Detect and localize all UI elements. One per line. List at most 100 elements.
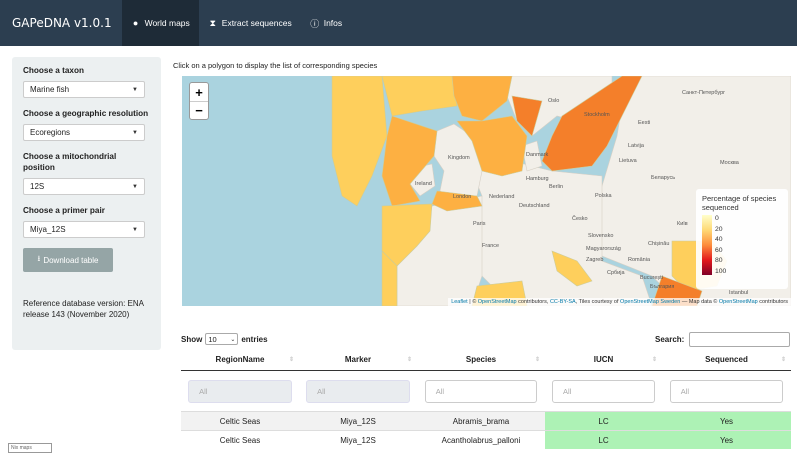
city-label: Kingdom <box>448 155 470 161</box>
resolution-select[interactable]: Ecoregions ▼ <box>23 124 145 141</box>
filter-species[interactable]: All <box>424 379 538 403</box>
tab-extract-sequences-label: Extract sequences <box>221 18 292 28</box>
sort-icon: ⇕ <box>534 357 540 363</box>
cell-regionname: Celtic Seas <box>181 412 299 430</box>
city-label: Latvija <box>628 143 644 149</box>
table-header: RegionName ⇕ Marker ⇕ Species ⇕ IUCN ⇕ Seque… <box>181 349 791 371</box>
corner-label: Nix maps <box>8 443 52 453</box>
column-header-regionname[interactable]: RegionName ⇕ <box>181 349 299 370</box>
entries-length-control: Show 10 ⌄ entries <box>181 333 268 345</box>
app-brand[interactable]: GAPeDNA v1.0.1 <box>0 16 122 30</box>
column-header-sequenced[interactable]: Sequenced ⇕ <box>662 349 791 370</box>
primer-label: Choose a primer pair <box>23 206 105 215</box>
legend-title: Percentage of species sequenced <box>702 194 777 212</box>
tab-world-maps[interactable]: ● World maps <box>121 0 199 46</box>
cell-species: Abramis_brama <box>417 412 545 430</box>
cell-regionname: Celtic Seas <box>219 435 261 445</box>
sort-icon: ⇕ <box>651 357 657 363</box>
city-label: Slovensko <box>588 233 614 239</box>
map-legend: Percentage of species sequenced 0 20 40 … <box>696 189 788 289</box>
table-row[interactable]: Celtic Seas Miya_12S Abramis_brama LC Ye… <box>181 411 791 430</box>
chevron-down-icon: ⌄ <box>230 336 236 343</box>
resolution-select-value: Ecoregions <box>30 128 71 137</box>
hourglass-icon: ⧗ <box>209 17 216 28</box>
osm-sweden-link[interactable]: OpenStreetMap Sweden <box>620 299 680 305</box>
legend-tick: 100 <box>715 267 727 275</box>
ecoregion-norwegian-sea <box>451 76 513 122</box>
position-select[interactable]: 12S ▼ <box>23 178 145 195</box>
column-header-iucn[interactable]: IUCN ⇕ <box>545 349 662 370</box>
primer-select[interactable]: Miya_12S ▼ <box>23 221 145 238</box>
primer-select-value: Miya_12S <box>30 225 66 234</box>
legend-tick: 20 <box>715 225 723 233</box>
column-header-marker[interactable]: Marker ⇕ <box>299 349 417 370</box>
city-label: Eesti <box>638 120 651 126</box>
city-label: France <box>482 243 500 249</box>
download-table-label: Download table <box>43 255 99 265</box>
city-label: Stockholm <box>584 112 610 118</box>
filter-sequenced[interactable]: All <box>669 379 784 403</box>
tab-extract-sequences[interactable]: ⧗ Extract sequences <box>199 0 301 46</box>
legend-tick: 0 <box>715 215 719 222</box>
city-label: България <box>650 284 675 290</box>
caret-down-icon: ▼ <box>132 129 138 136</box>
zoom-out-button[interactable]: − <box>190 101 208 119</box>
globe-icon: ● <box>132 18 139 28</box>
city-label: Oslo <box>548 98 560 104</box>
entries-length-value: 10 <box>208 334 217 344</box>
license-link[interactable]: CC-BY-SA <box>550 299 576 305</box>
column-header-label: Sequenced <box>705 355 748 364</box>
city-label: Беларусь <box>651 175 676 181</box>
taxon-select[interactable]: Marine fish ▼ <box>23 81 145 98</box>
legend-tick: 40 <box>715 236 723 244</box>
column-header-species[interactable]: Species ⇕ <box>417 349 545 370</box>
city-label: Київ <box>677 221 688 227</box>
column-filters: All All All All All <box>181 371 791 411</box>
city-label: Zagreb <box>586 257 604 263</box>
sort-icon: ⇕ <box>406 357 412 363</box>
cell-sequenced: Yes <box>662 431 791 449</box>
filter-regionname: All <box>188 379 292 403</box>
osm-link[interactable]: OpenStreetMap <box>478 299 517 305</box>
download-table-button[interactable]: ⭳ Download table <box>23 248 113 272</box>
city-label: Istanbul <box>729 290 749 296</box>
column-header-label: RegionName <box>215 355 265 364</box>
info-icon: ⓘ <box>310 18 320 29</box>
column-header-label: IUCN <box>593 355 614 364</box>
city-label: Deutschland <box>519 203 550 209</box>
taxon-select-value: Marine fish <box>30 85 70 94</box>
table-search: Search: <box>655 332 791 347</box>
osm-link-2[interactable]: OpenStreetMap <box>719 299 758 305</box>
search-input[interactable] <box>689 332 791 347</box>
legend-tick: 80 <box>715 257 723 265</box>
reference-database-text: Reference database version: ENA release … <box>23 299 144 319</box>
world-map[interactable]: + − Oslo Stockholm Санкт-Петербург Eesti… <box>182 76 791 306</box>
tab-infos[interactable]: ⓘ Infos <box>301 0 351 46</box>
attribution-text: , Tiles courtesy of <box>575 299 619 305</box>
city-label: Danmark <box>526 152 549 158</box>
position-select-value: 12S <box>30 182 45 191</box>
city-label: Ireland <box>415 181 432 187</box>
city-label: Nederland <box>489 194 515 200</box>
caret-down-icon: ▼ <box>132 86 138 93</box>
city-label: Berlin <box>549 184 564 190</box>
zoom-in-button[interactable]: + <box>190 83 208 101</box>
city-label: Paris <box>473 221 486 227</box>
show-label: Show <box>181 334 203 344</box>
table-row[interactable]: Celtic Seas Miya_12S Acantholabrus_pallo… <box>181 430 791 449</box>
city-label: Lietuva <box>619 158 637 164</box>
filter-iucn[interactable]: All <box>552 379 655 403</box>
sort-icon: ⇕ <box>780 357 786 363</box>
city-label: România <box>628 257 651 263</box>
ecoregion-celtic-seas <box>381 115 438 207</box>
cell-species: Acantholabrus_palloni <box>441 435 521 445</box>
city-label: Москва <box>720 160 739 166</box>
species-table: RegionName ⇕ Marker ⇕ Species ⇕ IUCN ⇕ Seque… <box>181 349 791 449</box>
filter-marker: All <box>306 379 410 403</box>
leaflet-link[interactable]: Leaflet <box>451 299 468 305</box>
zoom-control: + − <box>189 82 209 120</box>
city-label: București <box>640 275 663 281</box>
caret-down-icon: ▼ <box>132 183 138 190</box>
entries-length-select[interactable]: 10 ⌄ <box>205 333 239 345</box>
download-icon: ⭳ <box>37 254 41 263</box>
